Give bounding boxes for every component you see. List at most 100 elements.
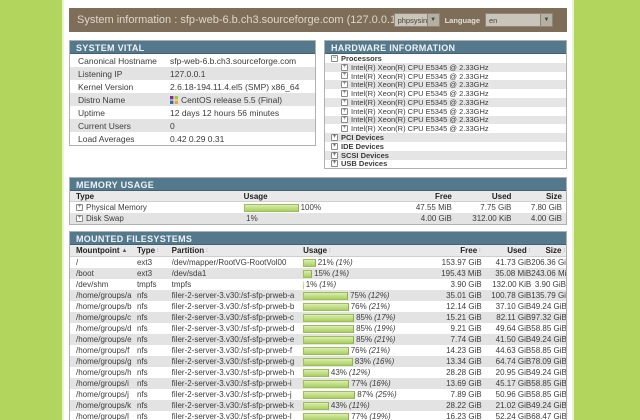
plus-icon[interactable]: +: [341, 90, 348, 98]
language-select[interactable]: en ▼: [485, 13, 553, 27]
plus-icon[interactable]: +: [331, 151, 338, 159]
usage-percent-inodes: (19%): [369, 412, 391, 420]
plus-icon[interactable]: +: [76, 215, 83, 223]
fs-col-label: Partition: [171, 246, 205, 256]
usage-percent-inodes: (1%): [332, 269, 350, 279]
usage-bar: [303, 368, 329, 377]
plus-icon[interactable]: +: [76, 204, 83, 212]
plus-icon[interactable]: +: [341, 98, 348, 106]
usage-percent-inodes: (25%): [375, 390, 397, 400]
plus-icon[interactable]: +: [331, 142, 338, 150]
filesystems-title: MOUNTED FILESYSTEMS: [70, 232, 566, 246]
memory-col-used: Used: [491, 191, 512, 201]
memory-table-body: + Physical Memory 100% 47.55 MiB 7.75 GiB 7.8…: [70, 202, 566, 225]
tree-item-label: IDE Devices: [341, 141, 384, 151]
vital-label: Load Averages: [78, 133, 135, 144]
usage-percent-inodes: (17%): [374, 313, 396, 323]
memory-type-cell: + Physical Memory: [70, 203, 244, 212]
system-vital-title: SYSTEM VITAL: [70, 41, 315, 54]
cpu-tree-item[interactable]: + Intel(R) Xeon(R) CPU E5345 @ 2.33GHz: [325, 62, 566, 72]
cpu-tree-item[interactable]: + Intel(R) Xeon(R) CPU E5345 @ 2.33GHz: [325, 97, 566, 107]
plus-icon[interactable]: +: [341, 116, 348, 124]
fs-type-cell: nfs: [136, 368, 148, 378]
fs-col-usage[interactable]: Usage ↕: [303, 246, 432, 255]
cpu-tree-item[interactable]: + Intel(R) Xeon(R) CPU E5345 @ 2.33GHz: [325, 72, 566, 80]
plus-icon[interactable]: +: [331, 160, 338, 168]
plus-icon[interactable]: +: [341, 63, 348, 71]
cpu-tree-item[interactable]: + Intel(R) Xeon(R) CPU E5345 @ 2.33GHz: [325, 80, 566, 90]
fs-row: /home/groups/d nfs filer-2-server-3.v30:/s…: [70, 323, 566, 334]
vital-value: 127.0.0.1: [170, 69, 315, 79]
usage-percent: 77%: [351, 379, 368, 389]
vital-value-text: 12 days 12 hours 56 minutes: [170, 107, 280, 118]
vital-value-text: sfp-web-6.b.ch3.sourceforge.com: [170, 55, 297, 66]
cpu-tree-item[interactable]: + Intel(R) Xeon(R) CPU E5345 @ 2.33GHz: [325, 124, 566, 133]
usage-percent: 76%: [350, 346, 367, 356]
filesystems-table-body: / ext3/dev/mapper/RootVG-RootVol00 21% (1%)…: [70, 257, 566, 420]
hardware-tree-item[interactable]: + USB Devices: [325, 160, 566, 168]
usage-percent: 85%: [356, 335, 373, 345]
fs-col-type[interactable]: Type ↕: [137, 246, 172, 255]
hardware-tree-item[interactable]: + PCI Devices: [325, 133, 566, 142]
plus-icon[interactable]: +: [341, 72, 348, 80]
minus-icon[interactable]: −: [331, 54, 338, 62]
template-select[interactable]: phpsysinfo ▼: [393, 13, 440, 27]
hardware-tree-item[interactable]: + SCSI Devices: [325, 150, 566, 160]
usage-bar: [303, 269, 313, 278]
fs-mount-cell: /home/groups/c: [76, 313, 132, 323]
plus-icon[interactable]: +: [341, 125, 348, 133]
fs-type-cell: nfs: [136, 313, 148, 323]
vital-row: Uptime 12 days 12 hours 56 minutes: [70, 106, 315, 119]
fs-partition-cell: filer-2-server-3.v30:/sf-sfp-prweb-h: [171, 368, 295, 378]
fs-usage-cell: 77% (19%): [303, 412, 432, 420]
hardware-title: HARDWARE INFORMATION: [325, 41, 566, 54]
fs-col-used[interactable]: Used ↕: [482, 246, 531, 255]
fs-row: /home/groups/e nfs filer-2-server-3.v30:/s…: [70, 334, 566, 346]
fs-col-part[interactable]: Partition ↕: [172, 246, 303, 255]
vital-row: Listening IP 127.0.0.1: [70, 67, 315, 80]
fs-free-cell: 195.43 MiB: [441, 269, 482, 279]
plus-icon[interactable]: +: [341, 107, 348, 115]
plus-icon[interactable]: +: [341, 81, 348, 89]
usage-percent-inodes: (21%): [368, 302, 391, 312]
fs-mount-cell: /home/groups/b: [76, 302, 132, 312]
template-select-value: phpsysinfo: [397, 15, 427, 25]
fs-partition-cell: filer-2-server-3.v30:/sf-sfp-prweb-e: [171, 335, 295, 345]
fs-free-cell: 35.01 GiB: [446, 291, 482, 301]
fs-mount-cell: /home/groups/g: [76, 357, 132, 367]
fs-size-cell: 58.85 GiB: [531, 379, 566, 389]
fs-size-cell: 78.09 GiB: [531, 357, 566, 367]
fs-type-cell: ext3: [136, 258, 153, 268]
usage-percent-inodes: (19%): [374, 324, 396, 334]
fs-size-cell: 135.79 GiB: [531, 291, 566, 301]
chevron-down-icon[interactable]: ▼: [540, 14, 552, 26]
fs-usage-cell: 83% (16%): [303, 357, 432, 366]
vital-row: Distro Name CentOS release 5.5 (Final): [70, 93, 315, 106]
fs-usage-cell: 43% (11%): [303, 401, 432, 410]
tree-item-label: PCI Devices: [341, 133, 384, 142]
cpu-tree-item[interactable]: + Intel(R) Xeon(R) CPU E5345 @ 2.33GHz: [325, 107, 566, 116]
usage-percent: 85%: [356, 313, 373, 323]
usage-percent: 1%: [305, 280, 318, 290]
memory-col-free: Free: [434, 191, 452, 201]
cpu-tree-item[interactable]: + Intel(R) Xeon(R) CPU E5345 @ 2.33GHz: [325, 115, 566, 125]
fs-partition-cell: /dev/mapper/RootVG-RootVol00: [171, 258, 287, 268]
fs-usage-cell: 85% (19%): [303, 324, 432, 333]
fs-used-cell: 64.74 GiB: [495, 357, 532, 367]
fs-col-mount[interactable]: Mountpoint ▲: [70, 246, 137, 255]
cpu-tree-item[interactable]: + Intel(R) Xeon(R) CPU E5345 @ 2.33GHz: [325, 89, 566, 98]
hardware-tree-item[interactable]: + IDE Devices: [325, 142, 566, 151]
fs-usage-cell: 76% (21%): [303, 346, 432, 355]
fs-col-free[interactable]: Free ↕: [432, 246, 481, 255]
fs-col-size[interactable]: Size ↕: [531, 246, 566, 255]
usage-percent: 75%: [350, 291, 367, 301]
fs-used-cell: 45.17 GiB: [495, 379, 532, 389]
hardware-tree-item[interactable]: − Processors: [325, 54, 566, 63]
chevron-down-icon[interactable]: ▼: [426, 14, 439, 26]
fs-partition-cell: filer-2-server-3.v30:/sf-sfp-prweb-a: [171, 291, 295, 301]
phpsysinfo-page: System information : sfp-web-6.b.ch3.sou…: [62, 0, 574, 420]
plus-icon[interactable]: +: [331, 134, 338, 142]
fs-free-cell: 7.89 GiB: [450, 390, 482, 400]
filesystems-box: MOUNTED FILESYSTEMS Mountpoint ▲ Type ↕ Part…: [69, 231, 567, 420]
fs-used-cell: 37.10 GiB: [495, 302, 532, 312]
